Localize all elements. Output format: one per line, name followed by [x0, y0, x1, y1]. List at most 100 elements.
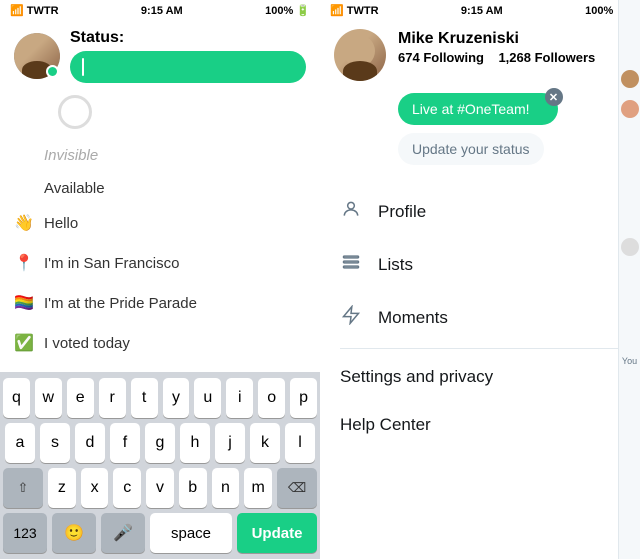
space-key[interactable]: space	[150, 513, 232, 553]
keyboard-row-3: ⇧ z x c v b n m ⌫	[3, 468, 317, 508]
key-r[interactable]: r	[99, 378, 126, 418]
close-bubble-button[interactable]: ✕	[545, 88, 563, 106]
num-key[interactable]: 123	[3, 513, 47, 553]
status-bar-right: 📶 TWTR 9:15 AM 100% 🔋	[320, 0, 640, 19]
key-z[interactable]: z	[48, 468, 76, 508]
key-x[interactable]: x	[81, 468, 109, 508]
live-bubble[interactable]: Live at #OneTeam! ✕	[398, 93, 558, 125]
menu-list: Profile Lists Moments Settings and priva…	[320, 177, 640, 559]
mic-key[interactable]: 🎤	[101, 513, 145, 553]
followers-count: 1,268	[498, 50, 531, 65]
menu-item-help[interactable]: Help Center	[320, 401, 640, 449]
status-input-area[interactable]: Status:	[70, 29, 306, 83]
profile-name: Mike Kruzeniski	[398, 29, 626, 48]
settings-label: Settings and privacy	[340, 367, 493, 387]
key-i[interactable]: i	[226, 378, 253, 418]
status-item-sf[interactable]: 📍 I'm in San Francisco	[14, 243, 306, 283]
status-bubbles: Live at #OneTeam! ✕ Update your status	[320, 89, 640, 177]
pride-label: I'm at the Pride Parade	[44, 295, 197, 312]
status-item-col[interactable]: 👁️ Let's talk about the #COLvsFNG	[14, 363, 306, 372]
update-button[interactable]: Update	[237, 513, 317, 553]
voted-icon: ✅	[14, 333, 36, 353]
key-n[interactable]: n	[212, 468, 240, 508]
menu-item-settings[interactable]: Settings and privacy	[320, 353, 640, 401]
edge-avatar-1	[621, 70, 639, 88]
key-g[interactable]: g	[145, 423, 175, 463]
followers-label: Followers	[535, 50, 596, 65]
key-p[interactable]: p	[290, 378, 317, 418]
status-item-hello[interactable]: 👋 Hello	[14, 203, 306, 243]
status-header: Status:	[0, 19, 320, 91]
keyboard: q w e r t y u i o p a s d f g h j k l ⇧ …	[0, 372, 320, 559]
menu-item-profile[interactable]: Profile	[320, 185, 640, 238]
key-s[interactable]: s	[40, 423, 70, 463]
following-count: 674	[398, 50, 420, 65]
update-status-text: Update your status	[412, 141, 530, 157]
sf-label: I'm in San Francisco	[44, 255, 179, 272]
key-b[interactable]: b	[179, 468, 207, 508]
key-y[interactable]: y	[163, 378, 190, 418]
delete-key[interactable]: ⌫	[277, 468, 317, 508]
circle-indicator	[58, 95, 92, 129]
lists-icon	[340, 252, 362, 277]
available-label: Available	[44, 180, 105, 197]
profile-icon	[340, 199, 362, 224]
avatar-right	[334, 29, 386, 81]
key-d[interactable]: d	[75, 423, 105, 463]
profile-header: Mike Kruzeniski 674 Following 1,268 Foll…	[320, 19, 640, 89]
time-left: 9:15 AM	[141, 5, 183, 17]
edge-avatar-2	[621, 100, 639, 118]
menu-item-moments[interactable]: Moments	[320, 291, 640, 344]
status-label: Status:	[70, 29, 306, 47]
keyboard-row-2: a s d f g h j k l	[3, 423, 317, 463]
help-label: Help Center	[340, 415, 431, 435]
key-q[interactable]: q	[3, 378, 30, 418]
emoji-key[interactable]: 🙂	[52, 513, 96, 553]
status-item-invisible[interactable]: Invisible	[14, 137, 306, 170]
update-status-bubble[interactable]: Update your status	[398, 133, 544, 165]
shift-key[interactable]: ⇧	[3, 468, 43, 508]
edge-circle	[621, 238, 639, 256]
followers-label-text: Followers	[535, 50, 596, 65]
profile-info: Mike Kruzeniski 674 Following 1,268 Foll…	[398, 29, 626, 65]
following-label-text: Following	[423, 50, 484, 65]
menu-item-lists[interactable]: Lists	[320, 238, 640, 291]
key-v[interactable]: v	[146, 468, 174, 508]
status-item-voted[interactable]: ✅ I voted today	[14, 323, 306, 363]
key-u[interactable]: u	[194, 378, 221, 418]
hello-label: Hello	[44, 215, 78, 232]
key-f[interactable]: f	[110, 423, 140, 463]
key-m[interactable]: m	[244, 468, 272, 508]
key-l[interactable]: l	[285, 423, 315, 463]
key-h[interactable]: h	[180, 423, 210, 463]
status-item-available[interactable]: Available	[14, 170, 306, 203]
voted-label: I voted today	[44, 335, 130, 352]
lists-menu-label: Lists	[378, 255, 413, 275]
key-c[interactable]: c	[113, 468, 141, 508]
online-indicator	[46, 65, 59, 78]
keyboard-bottom-row: 123 🙂 🎤 space Update	[3, 513, 317, 553]
status-item-pride[interactable]: 🏳️‍🌈 I'm at the Pride Parade	[14, 283, 306, 323]
key-t[interactable]: t	[131, 378, 158, 418]
status-list: Invisible Available 👋 Hello 📍 I'm in San…	[0, 137, 320, 372]
key-o[interactable]: o	[258, 378, 285, 418]
battery-left: 100% 🔋	[265, 4, 310, 17]
moments-icon	[340, 305, 362, 330]
location-icon: 📍	[14, 253, 36, 273]
you-label: You	[619, 356, 640, 366]
left-panel: 📶 TWTR 9:15 AM 100% 🔋 Status: Invisible …	[0, 0, 320, 559]
key-a[interactable]: a	[5, 423, 35, 463]
menu-divider	[340, 348, 620, 349]
profile-stats: 674 Following 1,268 Followers	[398, 50, 626, 65]
key-w[interactable]: w	[35, 378, 62, 418]
key-e[interactable]: e	[67, 378, 94, 418]
status-input-box[interactable]	[70, 51, 306, 83]
keyboard-row-1: q w e r t y u i o p	[3, 378, 317, 418]
key-j[interactable]: j	[215, 423, 245, 463]
text-cursor	[82, 58, 84, 76]
right-edge-strip: You	[618, 0, 640, 559]
pride-icon: 🏳️‍🌈	[14, 293, 36, 313]
live-text: Live at #OneTeam!	[412, 101, 530, 117]
key-k[interactable]: k	[250, 423, 280, 463]
hello-icon: 👋	[14, 213, 36, 233]
